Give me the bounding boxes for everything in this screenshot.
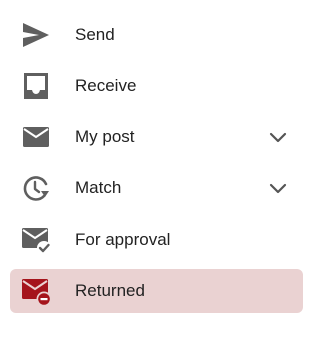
inbox-icon bbox=[20, 70, 52, 102]
mail-icon bbox=[20, 121, 52, 153]
menu-item-label: For approval bbox=[75, 230, 171, 249]
menu-item-for-approval[interactable]: For approval bbox=[10, 218, 303, 262]
menu-item-label: Receive bbox=[75, 76, 137, 95]
menu-item-label: Match bbox=[75, 178, 122, 197]
menu-item-my-post[interactable]: My post bbox=[10, 115, 303, 159]
mail-minus-icon bbox=[20, 275, 52, 307]
menu-item-receive[interactable]: Receive bbox=[10, 64, 303, 108]
menu-item-match[interactable]: Match bbox=[10, 166, 303, 210]
menu-item-label: Send bbox=[75, 25, 115, 44]
menu-item-label: Returned bbox=[75, 281, 145, 300]
menu-item-label: My post bbox=[75, 127, 135, 146]
menu-item-returned[interactable]: Returned bbox=[10, 269, 303, 313]
chevron-down-icon[interactable] bbox=[267, 126, 289, 148]
mail-check-icon bbox=[20, 224, 52, 256]
navigation-menu: Send Receive My post Match For approval … bbox=[0, 0, 316, 339]
chevron-down-icon[interactable] bbox=[267, 177, 289, 199]
menu-item-send[interactable]: Send bbox=[10, 13, 303, 57]
send-icon bbox=[20, 19, 52, 51]
clock-arrow-icon bbox=[20, 172, 52, 204]
